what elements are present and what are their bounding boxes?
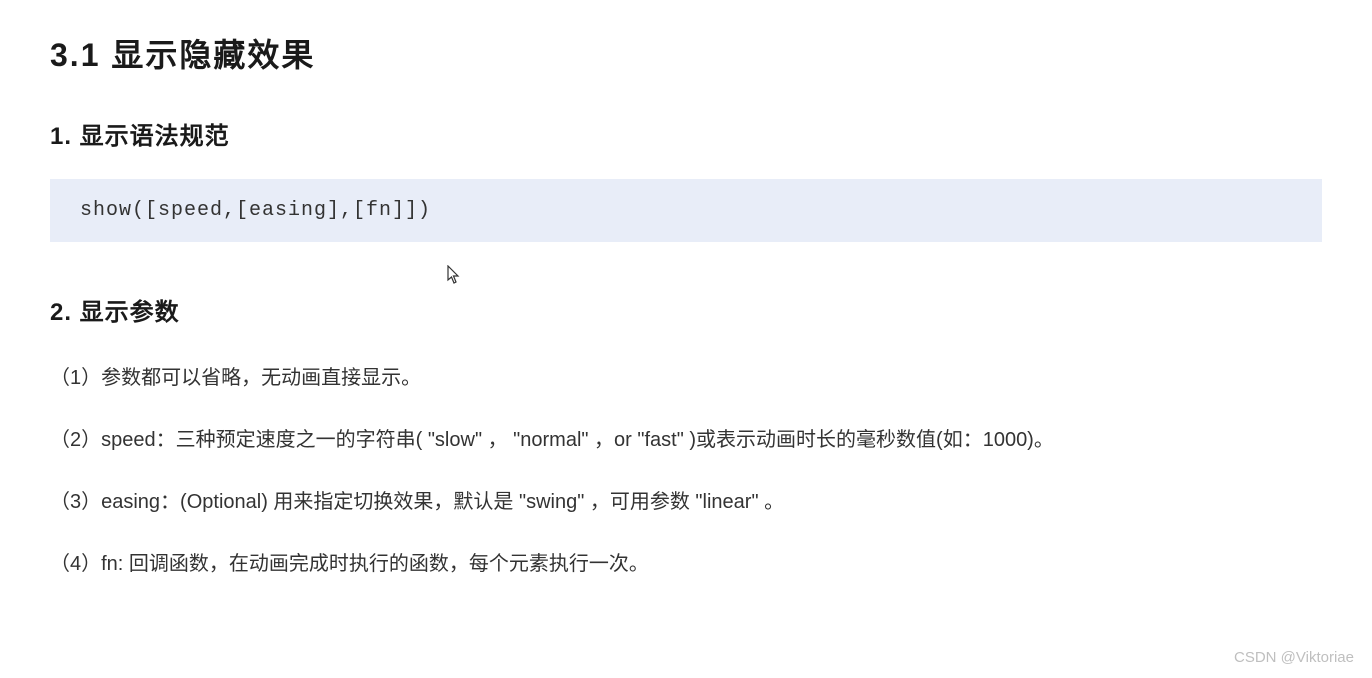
param-list: （1）参数都可以省略，无动画直接显示。 （2）speed：三种预定速度之一的字符…	[50, 362, 1322, 580]
watermark: CSDN @Viktoriae	[1234, 649, 1354, 666]
code-block: show([speed,[easing],[fn]])	[50, 179, 1322, 242]
param-item: （3）easing：(Optional) 用来指定切换效果，默认是 "swing…	[50, 486, 1322, 518]
subtitle-params: 2. 显示参数	[50, 292, 1322, 327]
param-item: （2）speed：三种预定速度之一的字符串( "slow" ， "normal"…	[50, 424, 1322, 456]
subtitle-syntax: 1. 显示语法规范	[50, 116, 1322, 151]
param-item: （1）参数都可以省略，无动画直接显示。	[50, 362, 1322, 394]
section-title: 3.1 显示隐藏效果	[50, 30, 1322, 76]
param-item: （4）fn: 回调函数，在动画完成时执行的函数，每个元素执行一次。	[50, 548, 1322, 580]
document-content: 3.1 显示隐藏效果 1. 显示语法规范 show([speed,[easing…	[0, 0, 1372, 640]
